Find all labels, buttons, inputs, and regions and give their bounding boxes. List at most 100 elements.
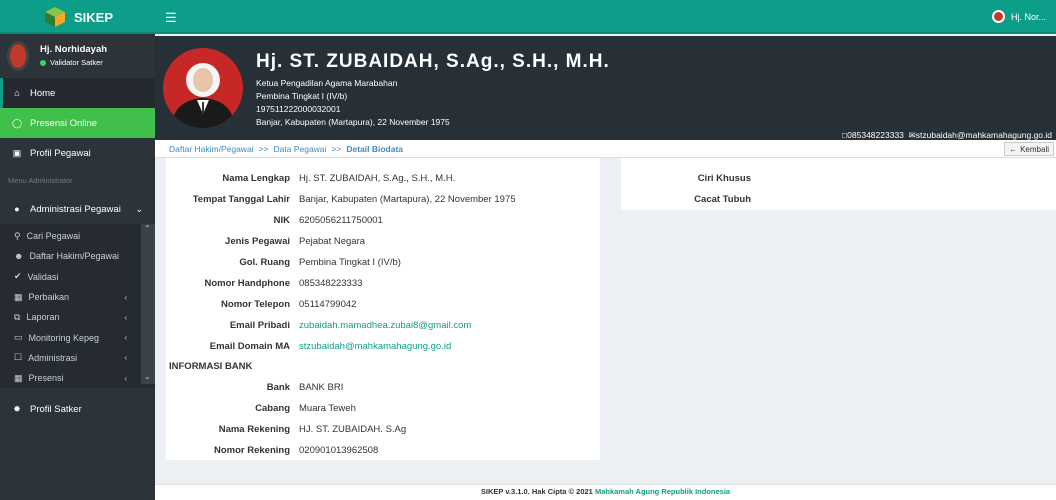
row-label: Email Pribadi (229, 320, 290, 331)
online-dot-icon (40, 59, 46, 66)
submenu-label: Monitoring Kepeg (28, 332, 100, 343)
calendar-icon: ▦ (14, 291, 23, 302)
submenu-label: Validasi (27, 271, 59, 282)
footer: SIKEP v.3.1.0. Hak Cipta © 2021 Mahkamah… (155, 484, 1056, 500)
row-value: Muara Teweh (299, 403, 356, 414)
row-value: 05114799042 (299, 299, 357, 310)
breadcrumb-current: Detail Biodata (346, 143, 404, 154)
menu-header: Menu Administrator (8, 176, 73, 185)
submenu-item-presensi[interactable]: ▦ Presensi ‹ (0, 368, 155, 388)
envelope-icon: ✉ (908, 130, 916, 140)
profile-photo (163, 48, 243, 128)
users-icon: ☻ (14, 251, 24, 262)
sidebar-item-profil-satker[interactable]: ✸ Profil Satker (0, 394, 155, 424)
biodata-row: Nomor Handphone 085348223333 (166, 273, 600, 293)
sidebar-item-administrasi-pegawai[interactable]: ● Administrasi Pegawai ⌄ (0, 194, 155, 224)
row-label: Bank (266, 382, 290, 393)
row-label: Nomor Telepon (221, 299, 290, 310)
user-avatar (991, 10, 1005, 23)
copy-icon: ⧉ (14, 311, 21, 322)
brand[interactable]: SIKEP (44, 6, 113, 28)
top-user-menu[interactable]: Hj. Nor... (991, 10, 1046, 23)
gear-icon: ✸ (13, 403, 21, 414)
top-navbar: SIKEP ☰ Hj. Nor... (0, 0, 1056, 34)
sidebar-user-panel: Hj. Norhidayah Validator Satker (0, 34, 155, 78)
submenu-item-daftar-hakim[interactable]: ☻ Daftar Hakim/Pegawai (0, 246, 155, 266)
row-label: Jenis Pegawai (225, 236, 290, 247)
profile-phone: 085348223333 (847, 130, 904, 140)
top-user-name: Hj. Nor... (1010, 11, 1046, 22)
breadcrumb-daftar-hakim[interactable]: Daftar Hakim/Pegawai (169, 144, 254, 154)
row-label: Nama Rekening (218, 424, 290, 435)
submenu-item-monitoring-kepeg[interactable]: ▭ Monitoring Kepeg ‹ (0, 327, 155, 347)
row-label: Nomor Rekening (213, 445, 290, 456)
row-label: Gol. Ruang (239, 257, 290, 268)
sidebar-item-profil-pegawai[interactable]: ▣ Profil Pegawai (0, 138, 155, 168)
chevron-left-icon: ‹ (124, 333, 127, 343)
back-button[interactable]: ← Kembali (1004, 142, 1054, 156)
row-label: Tempat Tanggal Lahir (192, 194, 290, 205)
biodata-row: NIK 6205056211750001 (166, 210, 600, 230)
row-value: 085348223333 (299, 278, 363, 289)
biodata-row: Jenis Pegawai Pejabat Negara (166, 231, 600, 251)
check-icon: ✔ (14, 271, 22, 282)
profile-name: Hj. ST. ZUBAIDAH, S.Ag., S.H., M.H. (256, 51, 610, 72)
submenu-label: Administrasi (28, 352, 78, 363)
square-icon: ☐ (14, 352, 23, 363)
footer-link[interactable]: Mahkamah Agung Republik Indonesia (595, 487, 730, 496)
chevron-down-icon: ⌄ (135, 203, 143, 214)
row-value: Banjar, Kabupaten (Martapura), 22 Novemb… (299, 194, 516, 205)
submenu-item-cari-pegawai[interactable]: ⚲ Cari Pegawai (0, 226, 155, 246)
id-card-icon: ▣ (12, 147, 22, 158)
biodata-row: Email Pribadi zubaidah.mamadhea.zubai8@gm… (166, 315, 600, 335)
row-label: NIK (273, 215, 290, 226)
cacat-tubuh-label: Cacat Tubuh (694, 194, 751, 205)
sidebar-avatar (7, 41, 29, 71)
submenu-item-administrasi[interactable]: ☐ Administrasi ‹ (0, 348, 155, 368)
home-icon: ⌂ (14, 88, 20, 98)
bank-row: Cabang Muara Teweh (166, 398, 600, 418)
breadcrumb-data-pegawai[interactable]: Data Pegawai (274, 144, 327, 154)
chevron-left-icon: ‹ (124, 353, 127, 363)
status-label: Validator Satker (50, 58, 103, 67)
user-icon: ● (14, 204, 20, 214)
profile-ttl: Banjar, Kabupaten (Martapura), 22 Novemb… (256, 117, 450, 127)
sidebar-user-name: Hj. Norhidayah (40, 44, 108, 55)
row-value: Pejabat Negara (299, 236, 366, 247)
arrow-left-icon: ← (1009, 144, 1018, 154)
row-value: Hj. ST. ZUBAIDAH, S.Ag., S.H., M.H. (299, 173, 456, 184)
sidebar-item-label: Administrasi Pegawai (30, 203, 121, 215)
row-label: Cabang (255, 403, 290, 414)
submenu-label: Perbaikan (28, 292, 70, 303)
bank-section-title: INFORMASI BANK (169, 361, 253, 372)
email-domain-link[interactable]: stzubaidah@mahkamahagung.go.id (299, 341, 451, 352)
submenu-item-perbaikan[interactable]: ▦ Perbaikan ‹ (0, 287, 155, 307)
row-value: HJ. ST. ZUBAIDAH. S.Ag (299, 424, 407, 435)
email-pribadi-link[interactable]: zubaidah.mamadhea.zubai8@gmail.com (299, 320, 471, 331)
biodata-panel: Nama Lengkap Hj. ST. ZUBAIDAH, S.Ag., S.H… (166, 158, 600, 460)
submenu-item-laporan[interactable]: ⧉ Laporan ‹ (0, 307, 155, 327)
submenu-label: Daftar Hakim/Pegawai (29, 251, 120, 262)
fingerprint-icon: ◯ (12, 117, 23, 128)
breadcrumb: Daftar Hakim/Pegawai >> Data Pegawai >> … (155, 140, 1056, 158)
monitor-icon: ▭ (14, 332, 23, 343)
sidebar-item-presensi-online[interactable]: ◯ Presensi Online (0, 108, 155, 138)
row-value: 020901013962508 (299, 445, 379, 456)
profile-nip: 197511222000032001 (256, 104, 341, 114)
submenu-item-validasi[interactable]: ✔ Validasi (0, 267, 155, 287)
chevron-left-icon: ‹ (124, 312, 127, 322)
search-icon: ⚲ (14, 230, 21, 241)
back-label: Kembali (1020, 144, 1049, 154)
sidebar-item-home[interactable]: ⌂ Home (0, 78, 155, 108)
row-value: BANK BRI (299, 382, 344, 393)
menu-toggle-icon[interactable]: ☰ (165, 10, 177, 26)
sidebar-user-status: Validator Satker (40, 58, 103, 67)
biodata-row: Gol. Ruang Pembina Tingkat I (IV/b) (166, 252, 600, 272)
scrolled-row-partial (226, 158, 606, 164)
submenu-label: Cari Pegawai (26, 231, 81, 242)
sikep-logo-icon (44, 6, 66, 28)
biodata-row: Nomor Telepon 05114799042 (166, 294, 600, 314)
sidebar-item-label: Presensi Online (30, 117, 98, 129)
profile-jabatan: Ketua Pengadilan Agama Marabahan (256, 78, 398, 88)
breadcrumb-separator: >> (258, 143, 269, 154)
